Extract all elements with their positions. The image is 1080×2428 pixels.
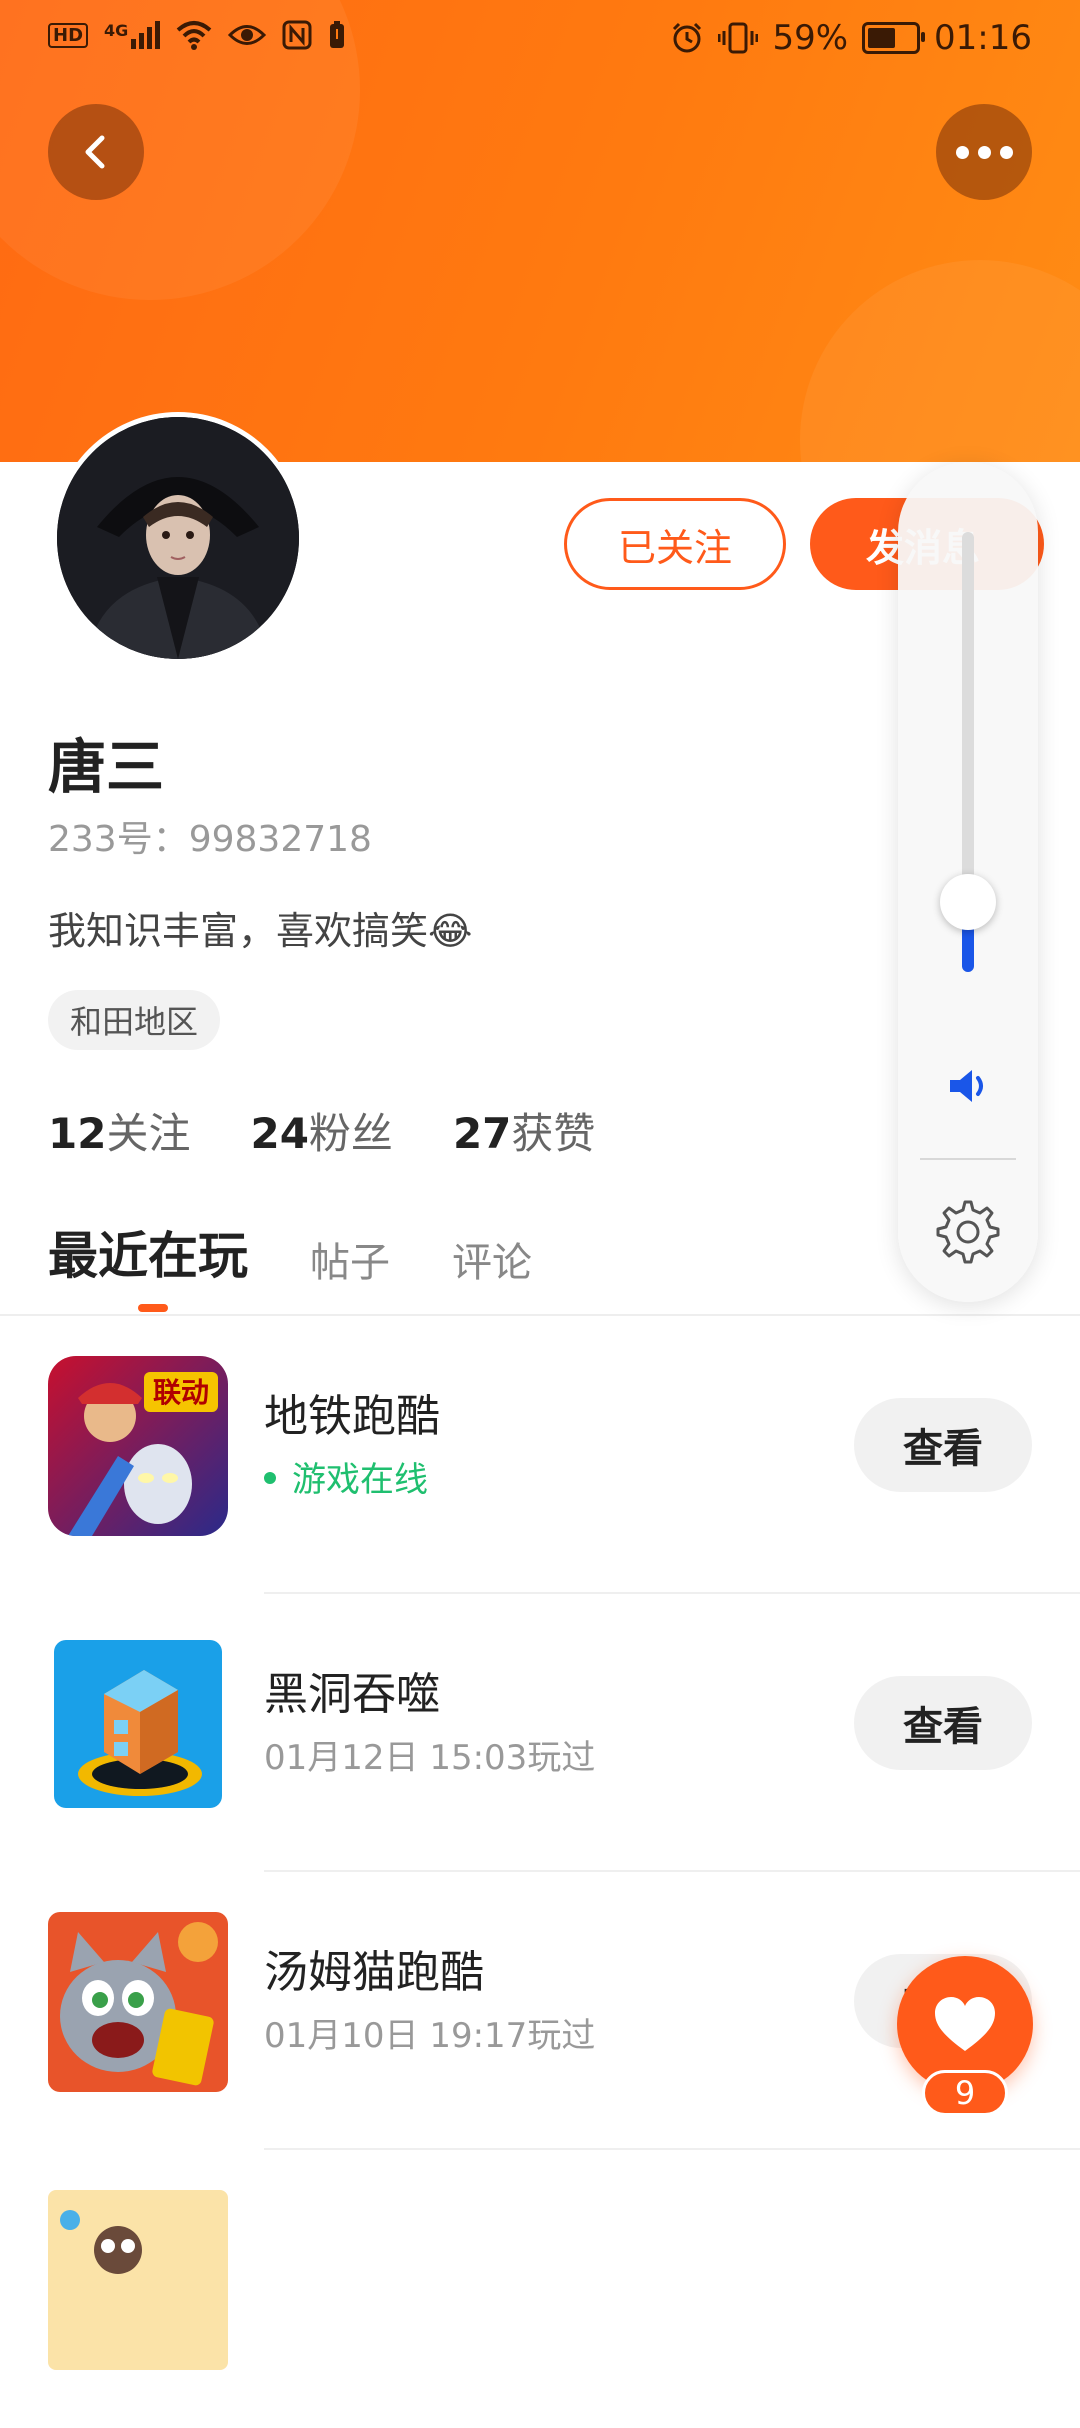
user-id: 233号：99832718 xyxy=(48,819,372,860)
region-tag: 和田地区 xyxy=(48,990,221,1050)
stat-likes[interactable]: 27获赞 xyxy=(453,1100,595,1161)
online-dot-icon xyxy=(264,1471,276,1484)
list-item[interactable]: 联动 地铁跑酷 游戏在线 查看 xyxy=(0,1316,1080,1594)
stat-number: 12 xyxy=(48,1109,107,1158)
eye-icon xyxy=(228,25,267,45)
subway-surfers-game-icon: 联动 xyxy=(48,1356,228,1536)
followed-button[interactable]: 已关注 xyxy=(564,498,786,590)
stat-label: 粉丝 xyxy=(308,1109,393,1158)
profile-stats: 12关注 24粉丝 27获赞 xyxy=(48,1100,595,1161)
avatar[interactable] xyxy=(52,412,304,664)
like-count-badge: 9 xyxy=(922,2070,1008,2116)
battery-icon xyxy=(862,22,926,54)
stat-label: 获赞 xyxy=(511,1109,596,1158)
svg-text:联动: 联动 xyxy=(153,1376,209,1409)
game-icon xyxy=(48,2190,228,2370)
more-button[interactable] xyxy=(936,104,1032,200)
user-bio: 我知识丰富，喜欢搞笑😂 xyxy=(48,909,473,953)
active-tab-indicator xyxy=(138,1304,168,1312)
battery-saver-icon xyxy=(330,21,345,48)
battery-percent: 59% xyxy=(772,18,849,58)
volume-slider-handle[interactable] xyxy=(940,874,996,930)
hd-icon: HD xyxy=(48,22,89,48)
list-item[interactable] xyxy=(0,2150,1080,2428)
game-status: 游戏在线 xyxy=(264,1452,428,1501)
stat-label: 关注 xyxy=(106,1109,191,1158)
list-item[interactable]: 黑洞吞噬 01月12日 15:03玩过 查看 xyxy=(0,1594,1080,1872)
username: 唐三 xyxy=(48,733,165,801)
black-hole-game-icon xyxy=(48,1634,228,1814)
back-button[interactable] xyxy=(48,104,144,200)
vibrate-icon xyxy=(718,22,759,54)
stat-fans[interactable]: 24粉丝 xyxy=(250,1100,392,1161)
profile-tabs: 最近在玩 帖子 评论 xyxy=(48,1216,532,1288)
stat-number: 24 xyxy=(250,1109,309,1158)
tab-comments[interactable]: 评论 xyxy=(452,1230,532,1288)
view-button[interactable]: 查看 xyxy=(854,1398,1032,1492)
heart-icon xyxy=(935,1997,995,2051)
clock: 01:16 xyxy=(934,18,1032,58)
wifi-icon xyxy=(176,21,212,50)
status-bar: HD 4G 59% 01:16 xyxy=(0,0,1080,80)
stat-number: 27 xyxy=(452,1109,512,1158)
stat-following[interactable]: 12关注 xyxy=(48,1100,190,1161)
4g-signal-icon: 4G xyxy=(104,21,161,49)
last-played-time: 01月12日 15:03玩过 xyxy=(264,1738,596,1778)
game-name: 汤姆猫跑酷 xyxy=(264,1947,484,1998)
volume-panel xyxy=(898,462,1038,1302)
tab-recently-played[interactable]: 最近在玩 xyxy=(48,1216,248,1288)
chevron-left-icon xyxy=(85,135,105,169)
divider xyxy=(920,1158,1016,1160)
game-name: 黑洞吞噬 xyxy=(264,1669,440,1720)
last-played-time: 01月10日 19:17玩过 xyxy=(264,2016,596,2056)
tab-posts[interactable]: 帖子 xyxy=(310,1230,390,1288)
nfc-icon xyxy=(282,20,312,50)
speaker-icon[interactable] xyxy=(944,1062,992,1110)
avatar-image xyxy=(57,417,299,659)
view-button[interactable]: 查看 xyxy=(854,1676,1032,1770)
banner-decoration xyxy=(800,260,1080,462)
tom-cat-game-icon xyxy=(48,1912,228,2092)
gear-icon[interactable] xyxy=(934,1198,1002,1266)
more-dots-icon xyxy=(955,145,1013,159)
alarm-icon xyxy=(673,22,702,53)
battery-level xyxy=(868,28,896,48)
game-name: 地铁跑酷 xyxy=(264,1391,440,1442)
